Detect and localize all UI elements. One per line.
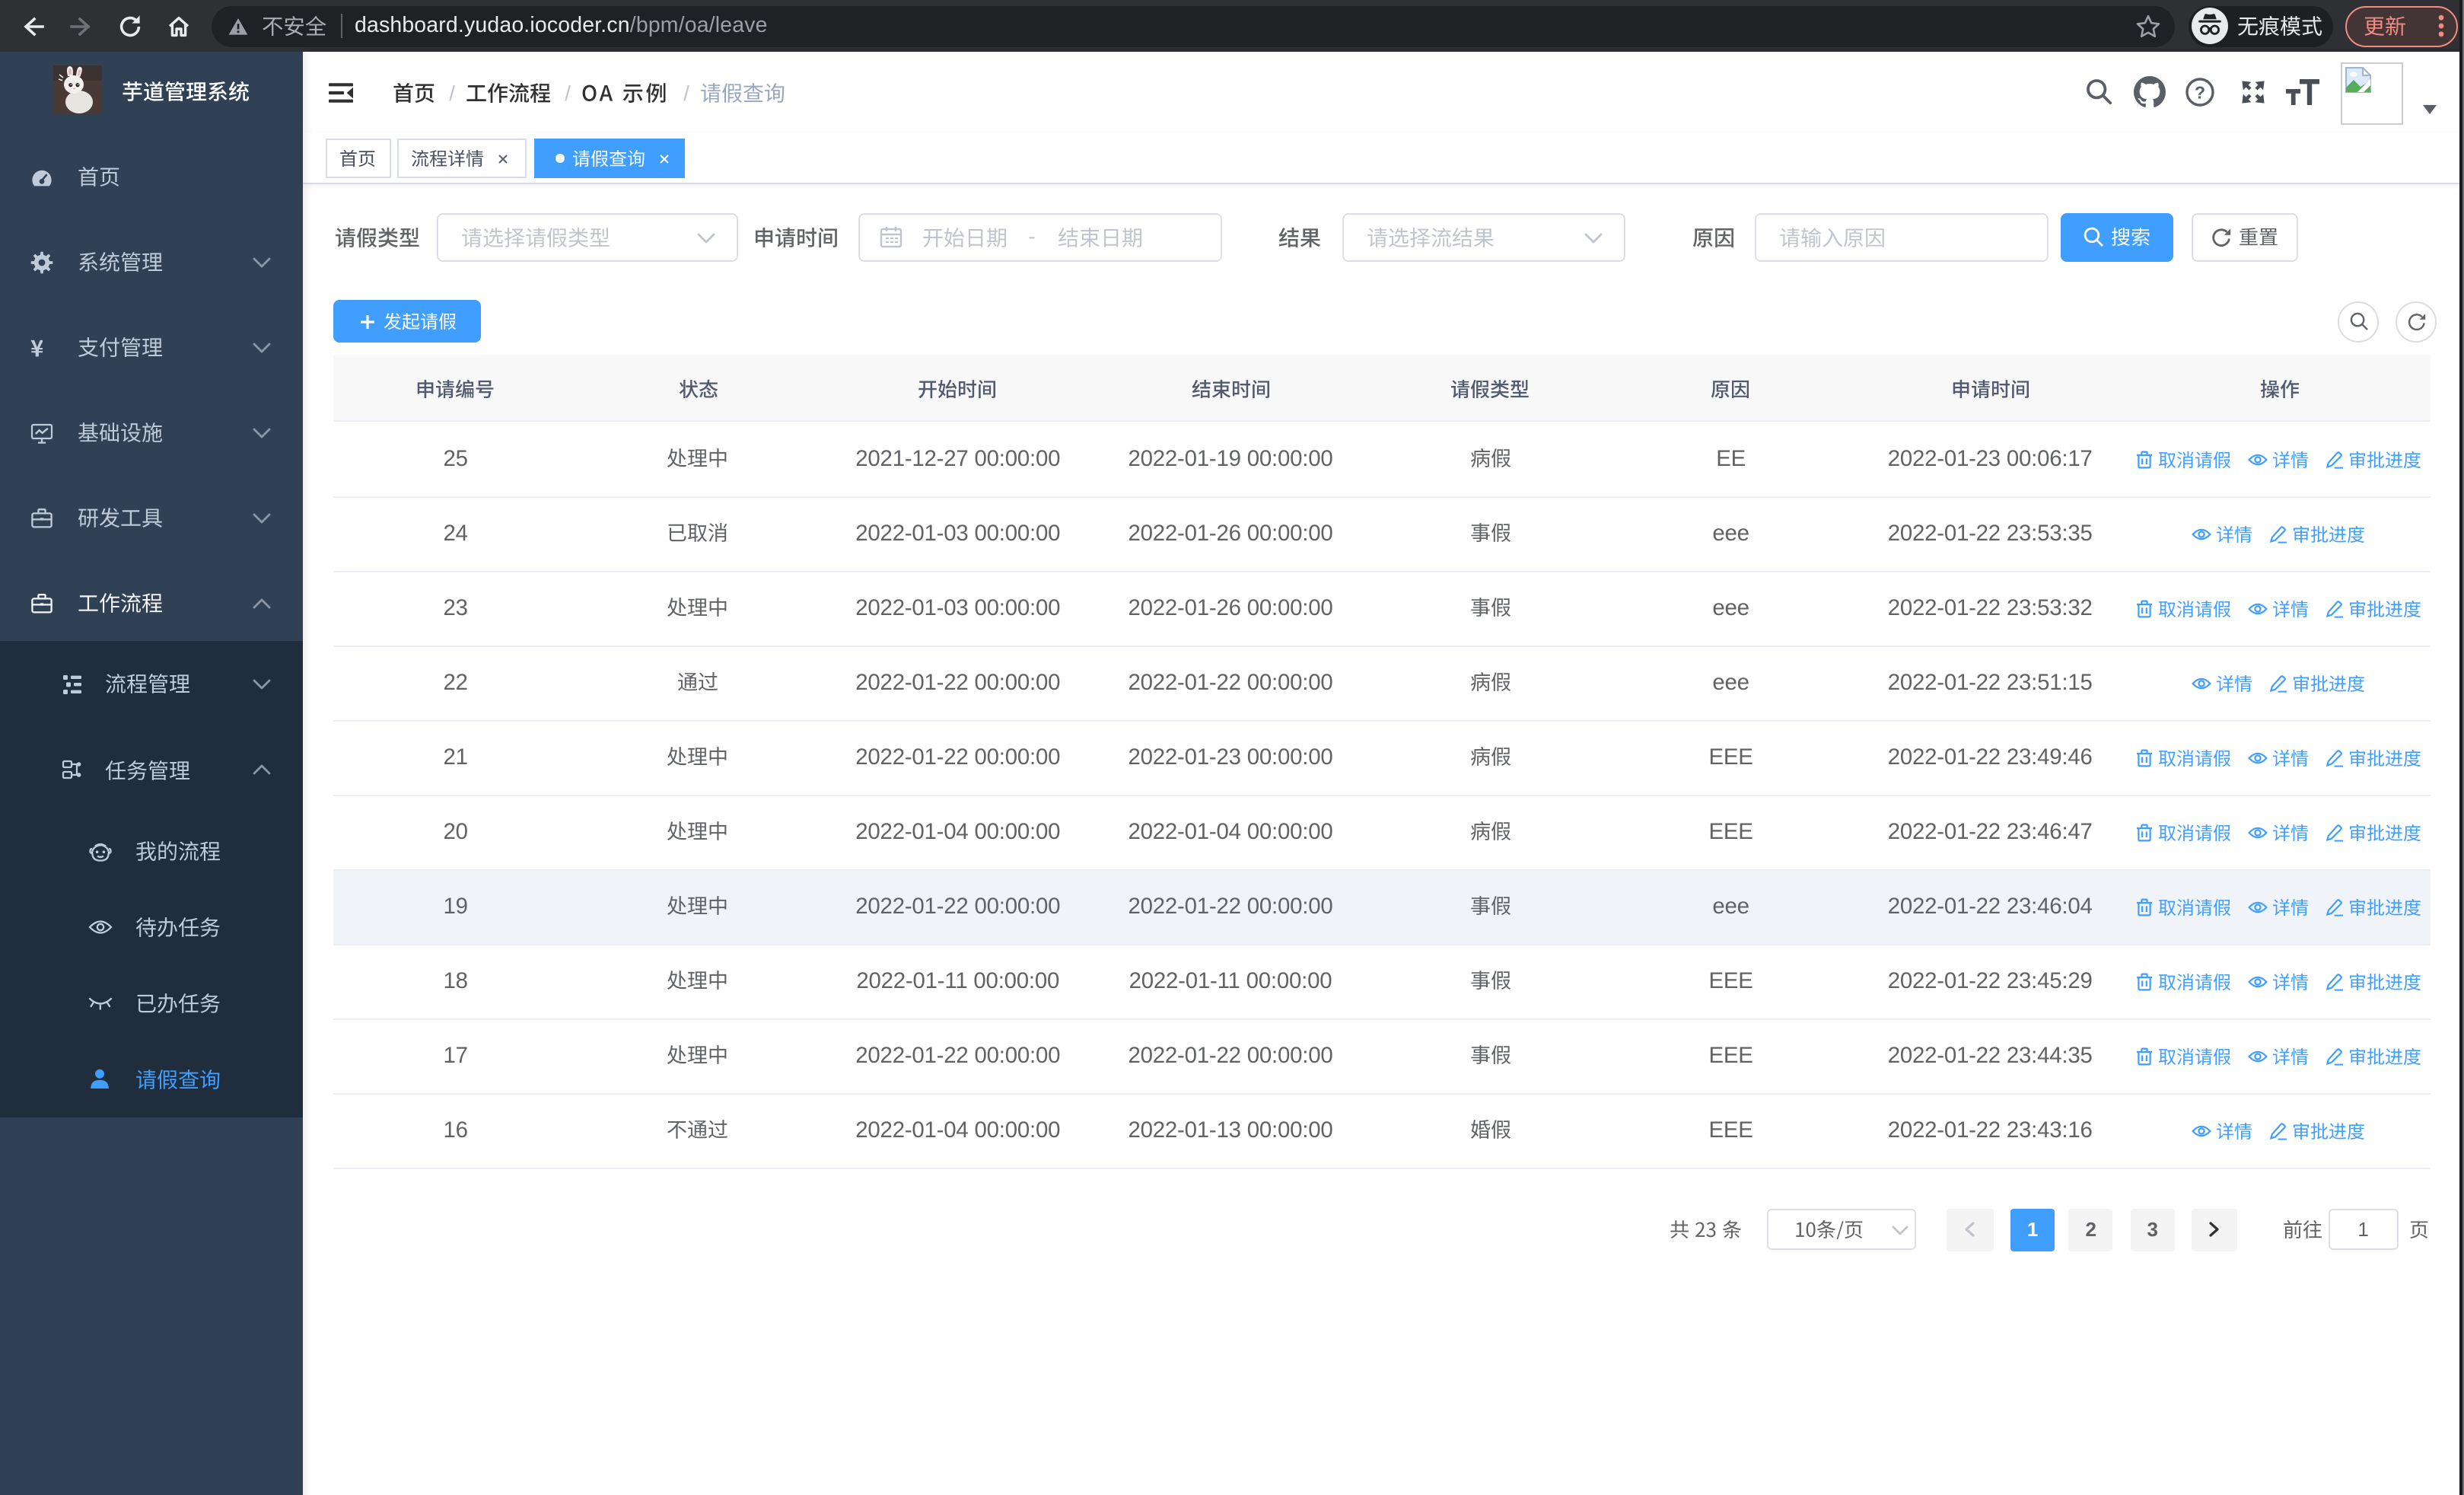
svg-text:?: ? [2195,82,2205,102]
